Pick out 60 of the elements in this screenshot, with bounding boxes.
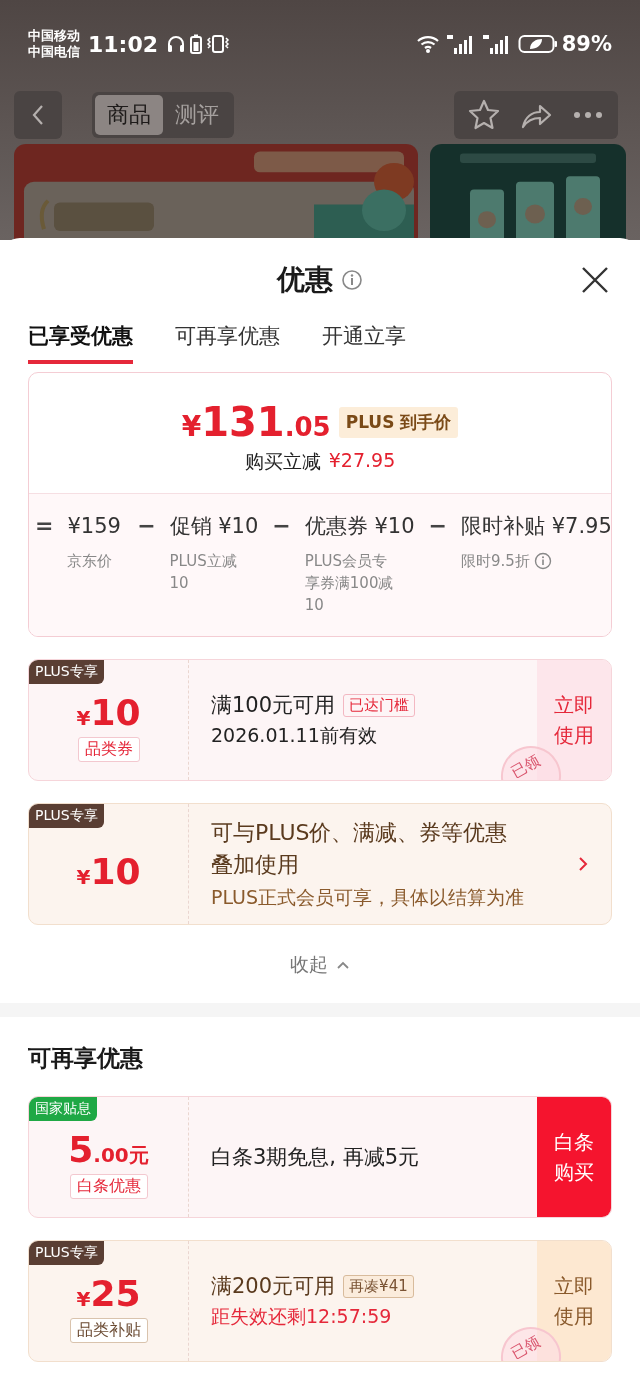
breakdown-amount: ¥159 <box>67 513 122 540</box>
info-icon[interactable] <box>533 552 552 570</box>
vibrate-icon <box>206 34 231 54</box>
breakdown-amount: 促销 ¥10 <box>169 513 259 540</box>
battery-icon <box>517 34 558 54</box>
saving-label: 购买立减 <box>244 449 321 474</box>
coupon-amount: ¥25 <box>76 1273 141 1314</box>
coupon-note: PLUS正式会员可享，具体以结算为准 <box>211 885 526 910</box>
caret-up-icon <box>336 960 350 970</box>
saving-amount: ¥27.95 <box>328 449 396 473</box>
breakdown-amount: 限时补贴 ¥7.95 <box>461 513 611 540</box>
coupon-title: 满200元可用 <box>211 1273 336 1300</box>
breakdown-note: PLUS会员专享券满100减10 <box>304 551 395 616</box>
tab[interactable]: 可再享优惠 <box>175 322 280 364</box>
coupon-amount: ¥10 <box>76 692 141 733</box>
carrier-name: 中国移动 <box>28 28 80 44</box>
operator-sign: − <box>427 512 448 540</box>
battery-icon <box>190 34 203 54</box>
coupon-category: 白条优惠 <box>69 1174 148 1199</box>
chevron-right-icon[interactable] <box>577 855 589 873</box>
coupon-tag: PLUS专享 <box>29 1241 104 1265</box>
final-price: ¥131.05 <box>181 399 331 445</box>
page-tab[interactable]: 商品 <box>95 95 163 135</box>
tab[interactable]: 已享受优惠 <box>28 322 133 364</box>
coupon-title: 满100元可用 <box>211 692 336 719</box>
operator-sign: − <box>136 512 157 540</box>
price-badge: PLUS 到手价 <box>338 406 459 438</box>
info-icon[interactable] <box>341 269 363 291</box>
operator-sign: − <box>271 512 292 540</box>
coupon-category: 品类券 <box>77 737 140 762</box>
page-tab[interactable]: 测评 <box>163 95 231 135</box>
operator-sign: = <box>34 512 55 540</box>
coupon-title: 可与PLUS价、满减、券等优惠叠加使用 <box>211 819 509 879</box>
coupon-tag: PLUS专享 <box>29 804 104 828</box>
breakdown-note: 限时9.5折 <box>461 551 530 572</box>
sheet-title: 优惠 <box>277 262 333 298</box>
coupon-chip: 再凑¥41 <box>343 1274 414 1298</box>
headphones-icon <box>166 34 187 54</box>
close-icon[interactable] <box>580 265 610 295</box>
section-title: 可再享优惠 <box>28 1044 144 1073</box>
coupon-note: 距失效还剩12:57:59 <box>211 1304 393 1329</box>
collapse-button[interactable]: 收起 <box>284 951 356 979</box>
coupon-category: 品类补贴 <box>69 1318 148 1343</box>
breakdown-note: 京东价 <box>67 551 113 572</box>
breakdown-amount: 优惠券 ¥10 <box>304 513 415 540</box>
back-icon <box>31 104 45 126</box>
clock-time: 11:02 <box>88 31 159 57</box>
tab[interactable]: 开通立享 <box>322 322 406 364</box>
use-button[interactable]: 白条购买 <box>537 1097 611 1217</box>
coupon-tag: PLUS专享 <box>29 660 104 684</box>
back-button[interactable] <box>14 91 62 139</box>
breakdown-note: PLUS立减10 <box>169 551 238 594</box>
carrier-name: 中国电信 <box>28 44 80 60</box>
battery-percent: 89% <box>561 32 612 56</box>
coupon-tag: 国家贴息 <box>29 1097 97 1121</box>
coupon-amount: ¥10 <box>76 850 141 892</box>
coupon-chip: 已达门槛 <box>343 693 416 717</box>
coupon-note: 2026.01.11前有效 <box>211 723 378 748</box>
coupon-title: 白条3期免息, 再减5元 <box>211 1144 420 1171</box>
coupon-amount: 5.00元 <box>68 1129 149 1170</box>
